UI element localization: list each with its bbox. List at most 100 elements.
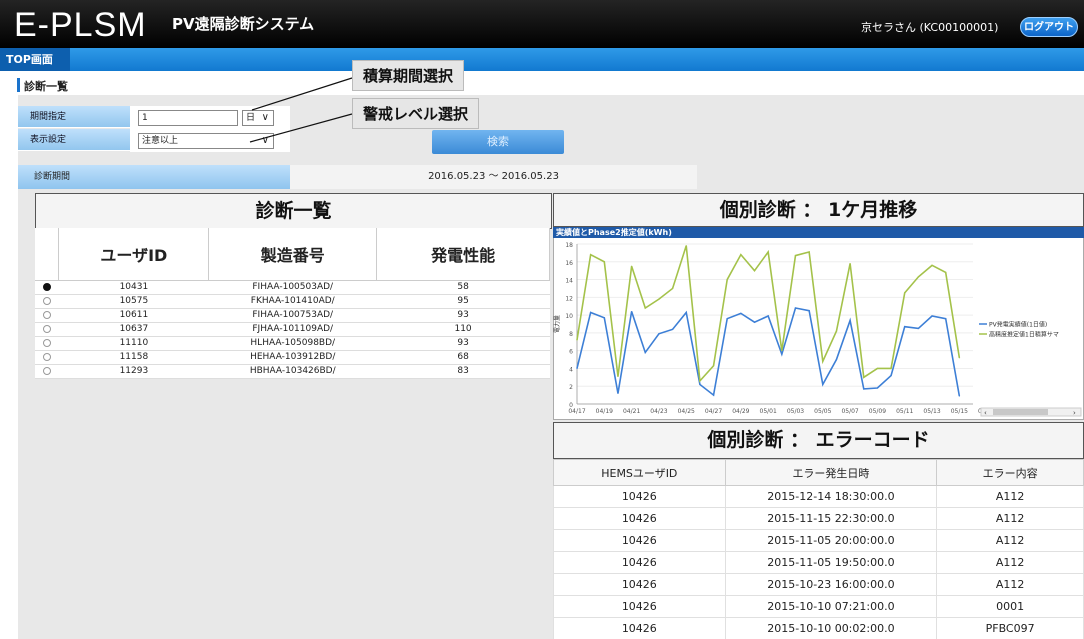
data-point <box>726 278 728 281</box>
serial-cell: FKHAA-101410AD/ <box>208 294 377 309</box>
radio-icon[interactable] <box>42 310 51 319</box>
row-select-radio[interactable] <box>35 336 59 351</box>
data-point <box>685 245 687 247</box>
y-tick-label: 10 <box>565 313 573 320</box>
data-point <box>863 376 865 378</box>
radio-icon[interactable] <box>42 282 51 291</box>
x-tick-label: 04/23 <box>650 408 667 415</box>
row-select-radio[interactable] <box>35 308 59 323</box>
data-point <box>576 367 578 370</box>
data-point <box>699 383 701 386</box>
hems-id-cell: 10426 <box>553 617 726 639</box>
x-tick-label: 04/29 <box>732 408 749 415</box>
line-chart: 024681012141618電力量04/17 04/19 04/21 04/23 04… <box>553 242 1082 417</box>
y-tick-label: 2 <box>569 384 573 391</box>
data-point <box>590 254 592 256</box>
data-point <box>781 350 783 352</box>
serial-cell: FIHAA-100753AD/ <box>208 308 377 323</box>
table-row[interactable]: 10431 FIHAA-100503AD/58 <box>35 280 550 295</box>
data-point <box>631 265 633 267</box>
performance-cell: 58 <box>376 280 550 295</box>
x-tick-label: 04/17 <box>568 408 585 415</box>
data-point <box>958 357 960 359</box>
performance-cell: 95 <box>376 294 550 309</box>
error-code-cell: 0001 <box>936 595 1084 618</box>
radio-icon[interactable] <box>42 366 51 375</box>
table-row: 10426 2015-10-10 00:02:00.0 PFBC097 <box>553 617 1084 639</box>
data-point <box>945 318 947 320</box>
x-tick-label: 05/03 <box>787 408 804 415</box>
data-point <box>644 307 646 309</box>
data-point <box>904 326 906 328</box>
series-line-1 <box>576 307 961 397</box>
error-table: HEMSユーザID エラー発生日時 エラー内容 10426 2015-12-14 … <box>553 459 1084 639</box>
x-tick-label: 05/11 <box>896 408 913 415</box>
user-id-cell: 10575 <box>58 294 209 309</box>
hems-id-cell: 10426 <box>553 507 726 530</box>
table-row[interactable]: 10611 FIHAA-100753AD/93 <box>35 308 550 323</box>
row-select-radio[interactable] <box>35 294 59 309</box>
hems-id-cell: 10426 <box>553 573 726 596</box>
table-row[interactable]: 10575 FKHAA-101410AD/95 <box>35 294 550 309</box>
performance-cell: 110 <box>376 322 550 337</box>
data-point <box>658 333 660 335</box>
table-row: 10426 2015-11-05 20:00:00.0 A112 <box>553 529 1084 552</box>
data-point <box>822 360 824 362</box>
data-point <box>767 315 769 317</box>
data-point <box>631 310 633 313</box>
row-select-radio[interactable] <box>35 350 59 365</box>
diag-list-title: 診断一覧 <box>35 193 552 229</box>
error-code-cell: A112 <box>936 529 1084 552</box>
radio-icon[interactable] <box>42 352 51 361</box>
x-tick-label: 04/25 <box>678 408 695 415</box>
column-header: エラー発生日時 <box>724 459 938 486</box>
data-point <box>890 374 892 377</box>
x-tick-label: 05/05 <box>814 408 831 415</box>
user-id-cell: 10637 <box>58 322 209 337</box>
row-select-radio[interactable] <box>35 364 59 379</box>
data-point <box>917 276 919 278</box>
hems-id-cell: 10426 <box>553 595 726 618</box>
row-select-radio[interactable] <box>35 322 59 337</box>
data-point <box>617 375 619 378</box>
data-point <box>849 262 851 265</box>
data-point <box>808 251 810 253</box>
table-row[interactable]: 11293 HBHAA-103426BD/83 <box>35 364 550 379</box>
x-tick-label: 04/21 <box>623 408 640 415</box>
radio-icon[interactable] <box>42 324 51 333</box>
performance-cell: 83 <box>376 364 550 379</box>
table-row: 10426 2015-10-23 16:00:00.0 A112 <box>553 573 1084 596</box>
table-row[interactable]: 11110 HLHAA-105098BD/93 <box>35 336 550 351</box>
y-axis-label: 電力量 <box>553 315 561 333</box>
data-point <box>808 310 810 312</box>
radio-icon[interactable] <box>42 338 51 347</box>
hems-id-cell: 10426 <box>553 551 726 574</box>
serial-cell: FIHAA-100503AD/ <box>208 280 377 295</box>
series-line-2 <box>576 245 961 383</box>
data-point <box>576 339 578 341</box>
table-row[interactable]: 11158 HEHAA-103912BD/68 <box>35 350 550 365</box>
row-select-radio[interactable] <box>35 280 59 295</box>
data-point <box>835 358 838 361</box>
data-point <box>835 330 838 332</box>
data-point <box>767 251 769 253</box>
chevron-right-icon: › <box>1073 409 1076 417</box>
error-code-cell: A112 <box>936 485 1084 508</box>
user-id-cell: 11158 <box>58 350 209 365</box>
y-tick-label: 12 <box>565 295 573 302</box>
x-tick-label: 05/07 <box>841 408 858 415</box>
user-id-cell: 10611 <box>58 308 209 323</box>
x-tick-label: 04/27 <box>705 408 722 415</box>
data-point <box>781 353 783 355</box>
errors-title: 個別診断 ： エラーコード <box>553 422 1084 459</box>
error-time-cell: 2015-11-15 22:30:00.0 <box>724 507 938 530</box>
error-time-cell: 2015-10-23 16:00:00.0 <box>724 573 938 596</box>
radio-icon[interactable] <box>42 296 51 305</box>
table-row[interactable]: 10637 FJHAA-101109AD/110 <box>35 322 550 337</box>
data-point <box>917 327 919 330</box>
data-point <box>603 261 605 263</box>
error-code-cell: A112 <box>936 507 1084 530</box>
performance-cell: 93 <box>376 336 550 351</box>
legend-label: PV発電実績値(1日値) <box>989 321 1047 329</box>
column-header: HEMSユーザID <box>553 459 726 486</box>
